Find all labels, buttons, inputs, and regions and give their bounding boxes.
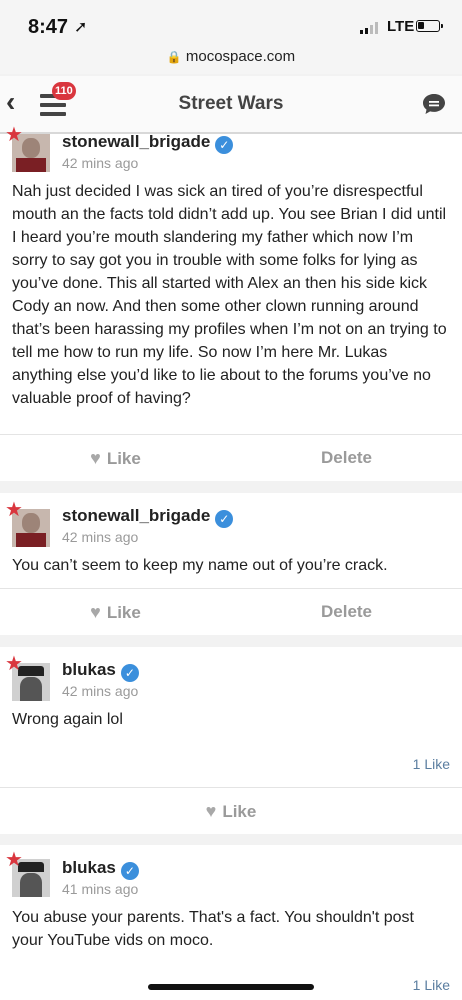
- clock: 8:47: [28, 16, 69, 38]
- username-link[interactable]: stonewall_brigade ✓: [62, 132, 234, 154]
- verified-icon: ✓: [215, 510, 234, 528]
- home-indicator[interactable]: [148, 984, 314, 990]
- username-link[interactable]: blukas ✓: [62, 858, 139, 880]
- like-count[interactable]: 1 Like: [413, 756, 450, 772]
- avatar[interactable]: ★: [5, 850, 50, 897]
- post-actions: ♥ Like Delete: [0, 588, 462, 635]
- like-button[interactable]: ♥ Like: [0, 788, 462, 834]
- star-icon: ★: [5, 653, 23, 675]
- status-bar: 8:47 ➚ LTE 🔒 mocospace.com: [0, 0, 462, 74]
- like-button[interactable]: ♥ Like: [0, 435, 231, 481]
- post-card: ★ blukas ✓ 41 mins ago You abuse your par…: [0, 845, 462, 1000]
- post-text: You can’t seem to keep my name out of yo…: [12, 557, 388, 574]
- signal-icon: [360, 22, 378, 34]
- timestamp: 41 mins ago: [62, 881, 139, 897]
- verified-icon: ✓: [120, 664, 139, 682]
- address-bar[interactable]: 🔒 mocospace.com: [0, 48, 462, 65]
- post-actions: ♥ Like Delete: [0, 434, 462, 481]
- lock-icon: 🔒: [166, 50, 182, 64]
- chat-bubble-icon[interactable]: [422, 93, 446, 115]
- timestamp: 42 mins ago: [62, 683, 139, 699]
- like-count[interactable]: 1 Like: [413, 977, 450, 993]
- star-icon: ★: [5, 499, 23, 521]
- avatar[interactable]: ★: [5, 654, 50, 701]
- avatar[interactable]: ★: [5, 500, 50, 547]
- app-header: ‹ 110 Street Wars: [0, 76, 462, 134]
- post-text: Nah just decided I was sick an tired of …: [12, 183, 447, 407]
- verified-icon: ✓: [215, 136, 234, 154]
- heart-icon: ♥: [205, 801, 217, 821]
- heart-icon: ♥: [90, 602, 101, 622]
- post-card: ★ blukas ✓ 42 mins ago Wrong again lol 1 …: [0, 647, 462, 834]
- verified-icon: ✓: [120, 862, 139, 880]
- page-title: Street Wars: [178, 93, 284, 114]
- delete-button[interactable]: Delete: [231, 435, 462, 481]
- username-link[interactable]: blukas ✓: [62, 660, 139, 682]
- username-link[interactable]: stonewall_brigade ✓: [62, 506, 234, 528]
- location-arrow-icon: ➚: [74, 19, 88, 36]
- heart-icon: ♥: [90, 448, 101, 468]
- post-card: ★ stonewall_brigade ✓ 42 mins ago Nah jus…: [0, 125, 462, 481]
- delete-button[interactable]: Delete: [231, 589, 462, 635]
- star-icon: ★: [5, 849, 23, 871]
- timestamp: 42 mins ago: [62, 529, 139, 545]
- battery-icon: [416, 20, 443, 32]
- post-text: Wrong again lol: [12, 711, 123, 728]
- network-type: LTE: [387, 18, 415, 35]
- url-text: mocospace.com: [185, 48, 296, 65]
- like-button[interactable]: ♥ Like: [0, 589, 231, 635]
- post-actions: ♥ Like: [0, 787, 462, 834]
- timestamp: 42 mins ago: [62, 155, 139, 171]
- post-card: ★ stonewall_brigade ✓ 42 mins ago You can…: [0, 493, 462, 635]
- avatar[interactable]: ★: [5, 125, 50, 172]
- post-text: You abuse your parents. That's a fact. Y…: [12, 909, 414, 949]
- star-icon: ★: [5, 124, 23, 146]
